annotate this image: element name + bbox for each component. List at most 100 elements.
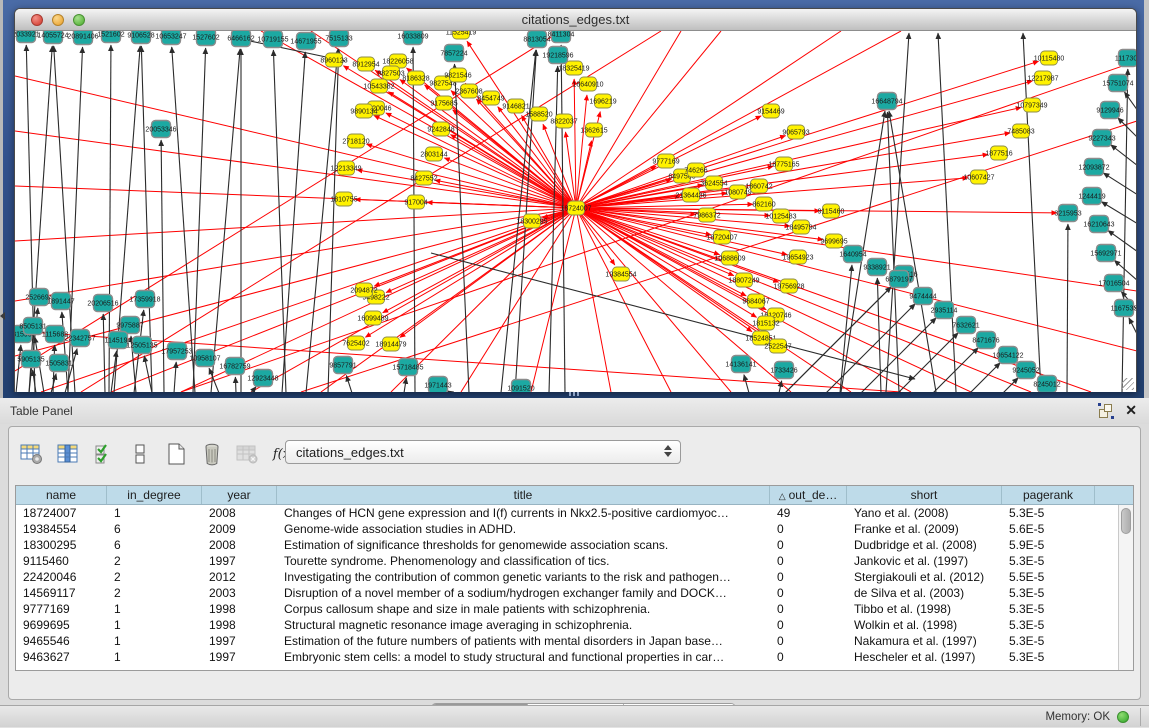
table-row[interactable]: 1456911722003Disruption of a novel membe… — [16, 585, 1133, 601]
graph-node[interactable]: 1505831 — [45, 355, 72, 372]
network-view-window[interactable]: citations_edges.txt 18724007183002951938… — [14, 8, 1137, 392]
graph-node[interactable]: 8186328 — [402, 71, 429, 85]
graph-node[interactable]: 17359918 — [129, 291, 160, 308]
new-column-button[interactable] — [161, 441, 191, 467]
table-row[interactable]: 946554611997Estimation of the future num… — [16, 633, 1133, 649]
table-row[interactable]: 1872400712008Changes of HCN gene express… — [16, 505, 1133, 521]
graph-node[interactable]: 5905135 — [17, 351, 44, 368]
column-visibility-button[interactable] — [53, 441, 83, 467]
graph-node[interactable]: 15751074 — [1102, 75, 1133, 92]
table-row[interactable]: 977716911998Corpus callosum shape and si… — [16, 601, 1133, 617]
graph-node[interactable]: 1877516 — [985, 146, 1012, 160]
unselect-all-button[interactable] — [125, 441, 155, 467]
graph-node[interactable]: 12923448 — [247, 370, 278, 387]
graph-node[interactable]: 12093872 — [1078, 159, 1109, 176]
panel-collapse-arrow-icon[interactable] — [0, 312, 5, 320]
graph-node[interactable]: 11525419 — [446, 31, 477, 39]
graph-node[interactable]: 8960123 — [320, 53, 347, 67]
graph-node[interactable]: 10719155 — [257, 31, 288, 48]
delete-column-button[interactable] — [197, 441, 227, 467]
graph-node[interactable]: 20053346 — [145, 121, 176, 138]
graph-node[interactable]: 1091520 — [507, 380, 534, 393]
resize-grip-icon[interactable] — [1122, 378, 1134, 390]
graph-node[interactable]: 19384554 — [605, 267, 636, 281]
graph-node[interactable]: 862160 — [752, 197, 775, 211]
column-header-pagerank[interactable]: pagerank — [1002, 486, 1095, 504]
table-row[interactable]: 946362711997Embryonic stem cells: a mode… — [16, 649, 1133, 665]
graph-node[interactable]: 16648794 — [871, 93, 902, 110]
splitter-handle[interactable] — [569, 392, 581, 396]
graph-node[interactable]: 10688609 — [714, 251, 745, 265]
graph-node[interactable]: 746266 — [684, 163, 707, 177]
graph-node[interactable]: 1696219 — [589, 94, 616, 108]
table-row[interactable]: 2242004622012Investigating the contribut… — [16, 569, 1133, 585]
table-row[interactable]: 1830029562008Estimation of significance … — [16, 537, 1133, 553]
graph-node[interactable]: 8471676 — [972, 332, 999, 349]
graph-node[interactable]: 10607427 — [963, 170, 994, 184]
memory-ok-indicator-icon[interactable] — [1117, 711, 1129, 723]
table-row[interactable]: 969969511998Structural magnetic resonanc… — [16, 617, 1133, 633]
graph-node[interactable]: 2718120 — [342, 134, 369, 148]
select-all-button[interactable] — [89, 441, 119, 467]
graph-node[interactable]: 6879197 — [885, 271, 912, 288]
graph-node[interactable]: 1733426 — [770, 362, 797, 379]
graph-node[interactable]: 16099489 — [357, 311, 388, 325]
graph-node[interactable]: 18775165 — [768, 157, 799, 171]
graph-node[interactable]: 9106528 — [127, 31, 154, 44]
graph-node[interactable]: 10653247 — [155, 31, 186, 45]
graph-node[interactable]: 1167533 — [1111, 300, 1136, 317]
table-row[interactable]: 1938455462009Genome-wide association stu… — [16, 521, 1133, 537]
node-table[interactable]: namein_degreeyeartitle△out_de…shortpager… — [15, 485, 1134, 671]
graph-node[interactable]: 10115480 — [1034, 51, 1065, 65]
graph-node[interactable]: 2935114 — [931, 302, 958, 319]
graph-node[interactable]: 10654122 — [992, 347, 1023, 364]
window-titlebar[interactable]: citations_edges.txt — [15, 9, 1136, 31]
graph-node[interactable]: 7485083 — [1007, 124, 1034, 138]
graph-node[interactable]: 9777169 — [652, 154, 679, 168]
graph-node[interactable]: 9115460 — [818, 204, 845, 218]
graph-node[interactable]: 1527602 — [192, 31, 219, 46]
column-header-short[interactable]: short — [847, 486, 1002, 504]
graph-node[interactable]: 9474444 — [909, 288, 936, 305]
graph-node[interactable]: 16033809 — [397, 31, 428, 45]
graph-node[interactable]: 8822037 — [550, 114, 577, 128]
graph-node[interactable]: 22342757 — [64, 330, 95, 347]
graph-node[interactable]: 17957253 — [161, 343, 192, 360]
graph-node[interactable]: 1244419 — [1078, 188, 1105, 205]
graph-node[interactable]: 917004 — [404, 195, 427, 209]
graph-node[interactable]: 20891406 — [67, 31, 98, 45]
graph-node[interactable]: 18640910 — [572, 77, 603, 91]
table-selector-dropdown[interactable]: citations_edges.txt — [285, 440, 681, 464]
network-canvas[interactable]: 1872400718300295193845548960123891295418… — [15, 31, 1136, 392]
graph-node[interactable]: 7857224 — [440, 45, 467, 62]
column-header-in_degree[interactable]: in_degree — [107, 486, 202, 504]
table-scrollbar[interactable] — [1118, 505, 1133, 671]
graph-node[interactable]: 9129946 — [1096, 102, 1123, 119]
graph-node[interactable]: 12217987 — [1027, 71, 1058, 85]
graph-node[interactable]: 1640954 — [839, 246, 866, 263]
float-panel-icon[interactable] — [1099, 404, 1113, 418]
graph-node[interactable]: 8245012 — [1033, 376, 1060, 393]
column-header-out_de[interactable]: △out_de… — [770, 486, 847, 504]
graph-node[interactable]: 14055724 — [37, 31, 68, 44]
table-row[interactable]: 911546021997Tourette syndrome. Phenomeno… — [16, 553, 1133, 569]
column-header-title[interactable]: title — [277, 486, 770, 504]
column-header-name[interactable]: name — [16, 486, 107, 504]
graph-node[interactable]: 16210643 — [1083, 216, 1114, 233]
table-settings-button[interactable] — [17, 441, 47, 467]
close-panel-icon[interactable]: ✕ — [1125, 402, 1137, 419]
graph-node[interactable]: 9338921 — [863, 259, 890, 276]
graph-node[interactable]: 9857791 — [329, 357, 356, 374]
graph-node[interactable]: 1971443 — [424, 377, 451, 393]
graph-node[interactable]: 3624554 — [700, 176, 727, 190]
graph-node[interactable]: 15692971 — [1090, 245, 1121, 262]
graph-node[interactable]: 1117304 — [1115, 50, 1136, 67]
graph-node[interactable]: 2803144 — [420, 147, 447, 161]
graph-node[interactable]: 18720407 — [706, 230, 737, 244]
graph-node[interactable]: 9065793 — [782, 125, 809, 139]
graph-node[interactable]: 1521602 — [97, 31, 124, 43]
graph-node[interactable]: 18495794 — [785, 220, 816, 234]
graph-node[interactable]: 9699695 — [820, 234, 847, 248]
graph-node[interactable]: 7515133 — [325, 31, 352, 47]
graph-node[interactable]: 8912954 — [352, 57, 379, 71]
